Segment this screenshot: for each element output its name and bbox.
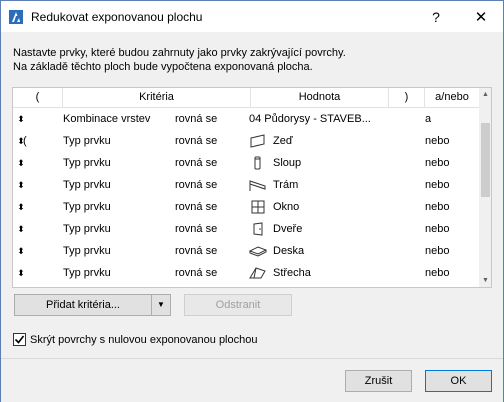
table-row[interactable]: ⬍ Typ prvku rovná se Dveře nebo	[13, 218, 479, 240]
header-andor[interactable]: a/nebo	[425, 88, 479, 108]
scroll-down-arrow-icon[interactable]: ▼	[479, 274, 491, 287]
open-paren-cell[interactable]	[23, 108, 33, 130]
table-row[interactable]: ⬍ Typ prvku rovná se Sloup nebo	[13, 152, 479, 174]
open-paren-cell[interactable]	[23, 240, 33, 262]
table-row[interactable]: ⬍ Typ prvku rovná se Okno nebo	[13, 196, 479, 218]
value-text: 04 Půdorysy - STAVEB...	[249, 113, 371, 125]
value-text: Sloup	[273, 157, 302, 169]
open-paren-cell[interactable]	[23, 196, 33, 218]
operator-cell[interactable]: rovná se	[175, 152, 251, 174]
column-icon	[254, 156, 261, 170]
archicad-logo-icon	[9, 10, 23, 24]
value-cell[interactable]: Dveře	[249, 218, 389, 240]
andor-cell[interactable]: a	[425, 108, 475, 130]
open-paren-cell[interactable]	[23, 218, 33, 240]
table-row[interactable]: ⬍ Typ prvku rovná se Trám nebo	[13, 174, 479, 196]
criteria-cell[interactable]: Kombinace vrstev	[63, 108, 173, 130]
operator-cell[interactable]: rovná se	[175, 218, 251, 240]
hide-zero-surfaces-checkbox[interactable]	[13, 333, 26, 346]
operator-cell[interactable]: rovná se	[175, 108, 251, 130]
criteria-cell[interactable]: Typ prvku	[63, 130, 173, 152]
andor-cell[interactable]: nebo	[425, 262, 475, 284]
help-button[interactable]: ?	[416, 3, 456, 31]
value-text: Okno	[273, 201, 300, 213]
remove-button[interactable]: Odstranit	[184, 294, 292, 316]
door-icon	[253, 222, 263, 236]
open-paren-cell[interactable]: (	[23, 130, 33, 152]
dialog-window: Redukovat exponovanou plochu ? ✕ Nastavt…	[0, 0, 504, 402]
header-close-paren[interactable]: )	[389, 88, 425, 108]
vertical-scrollbar[interactable]: ▲ ▼	[479, 88, 491, 287]
hide-zero-surfaces-label: Skrýt povrchy s nulovou exponovanou ploc…	[30, 333, 258, 346]
value-cell[interactable]: 04 Půdorysy - STAVEB...	[249, 108, 389, 130]
close-button[interactable]: ✕	[459, 3, 503, 31]
criteria-cell[interactable]: Typ prvku	[63, 174, 173, 196]
window-icon	[251, 200, 265, 214]
andor-cell[interactable]: nebo	[425, 218, 475, 240]
operator-cell[interactable]: rovná se	[175, 262, 251, 284]
beam-icon	[249, 180, 266, 191]
criteria-cell[interactable]: Typ prvku	[63, 152, 173, 174]
andor-cell[interactable]: nebo	[425, 130, 475, 152]
scroll-up-arrow-icon[interactable]: ▲	[479, 88, 491, 101]
slab-icon	[249, 246, 267, 257]
value-cell[interactable]: Sloup	[249, 152, 389, 174]
header-criteria[interactable]: Kritéria	[63, 88, 251, 108]
value-cell[interactable]: Zeď	[249, 130, 389, 152]
andor-cell[interactable]: nebo	[425, 196, 475, 218]
value-text: Dveře	[273, 223, 303, 235]
value-cell[interactable]: Deska	[249, 240, 389, 262]
table-header: ( Kritéria Hodnota ) a/nebo	[13, 88, 479, 108]
description: Nastavte prvky, které budou zahrnuty jak…	[13, 46, 346, 74]
scrollbar-thumb[interactable]	[481, 123, 490, 197]
table-row[interactable]: ⬍ Typ prvku rovná se Deska nebo	[13, 240, 479, 262]
ok-button[interactable]: OK	[425, 370, 492, 392]
criteria-cell[interactable]: Typ prvku	[63, 262, 173, 284]
value-text: Trám	[273, 179, 299, 191]
table-row[interactable]: ⬍ Typ prvku rovná se Střecha nebo	[13, 262, 479, 284]
open-paren-cell[interactable]	[23, 174, 33, 196]
value-text: Střecha	[273, 267, 311, 279]
value-text: Deska	[273, 245, 305, 257]
value-cell[interactable]: Okno	[249, 196, 389, 218]
open-paren-cell[interactable]	[23, 152, 33, 174]
andor-cell[interactable]: nebo	[425, 174, 475, 196]
value-text: Zeď	[273, 135, 293, 147]
cancel-button[interactable]: Zrušit	[345, 370, 412, 392]
description-line-1: Nastavte prvky, které budou zahrnuty jak…	[13, 47, 346, 59]
title-bar: Redukovat exponovanou plochu ? ✕	[1, 1, 503, 32]
criteria-cell[interactable]: Typ prvku	[63, 240, 173, 262]
header-value[interactable]: Hodnota	[251, 88, 389, 108]
operator-cell[interactable]: rovná se	[175, 240, 251, 262]
table-row[interactable]: ⬍ ( Typ prvku rovná se Zeď nebo	[13, 130, 479, 152]
value-cell[interactable]: Trám	[249, 174, 389, 196]
criteria-table: ( Kritéria Hodnota ) a/nebo ⬍ Kombinace …	[12, 87, 492, 288]
andor-cell[interactable]: nebo	[425, 240, 475, 262]
value-cell[interactable]: Střecha	[249, 262, 389, 284]
header-open-paren[interactable]: (	[13, 88, 63, 108]
operator-cell[interactable]: rovná se	[175, 196, 251, 218]
operator-cell[interactable]: rovná se	[175, 174, 251, 196]
hide-zero-surfaces-option[interactable]: Skrýt povrchy s nulovou exponovanou ploc…	[13, 333, 257, 346]
add-criteria-label: Přidat kritéria...	[46, 299, 120, 311]
description-line-2: Na základě těchto ploch bude vypočtena e…	[13, 61, 313, 73]
criteria-cell[interactable]: Typ prvku	[63, 218, 173, 240]
open-paren-cell[interactable]	[23, 262, 33, 284]
table-row[interactable]: ⬍ Kombinace vrstev rovná se 04 Půdorysy …	[13, 108, 479, 130]
checkmark-icon	[14, 335, 25, 344]
andor-cell[interactable]: nebo	[425, 152, 475, 174]
dialog-title: Redukovat exponovanou plochu	[31, 10, 203, 24]
add-criteria-button[interactable]: Přidat kritéria... ▼	[14, 294, 171, 316]
add-criteria-dropdown-icon[interactable]: ▼	[151, 295, 170, 315]
roof-icon	[249, 267, 266, 279]
operator-cell[interactable]: rovná se	[175, 130, 251, 152]
criteria-cell[interactable]: Typ prvku	[63, 196, 173, 218]
wall-icon	[250, 134, 265, 148]
